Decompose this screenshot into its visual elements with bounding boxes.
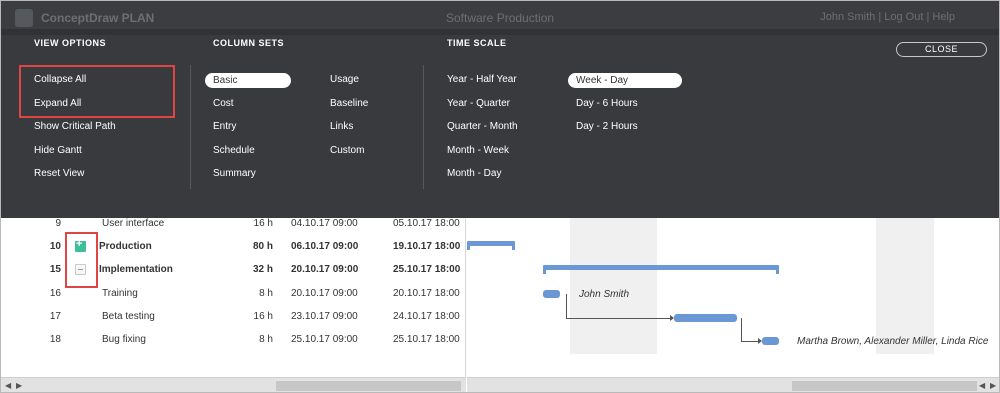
- row-id: 9: [55, 218, 61, 229]
- task-name: Bug fixing: [102, 334, 146, 345]
- task-name: Production: [99, 241, 152, 252]
- link-line: [566, 294, 567, 318]
- scroll-right-arrow-icon[interactable]: ▶: [16, 381, 22, 390]
- row-id: 10: [49, 241, 61, 252]
- task-bar-training[interactable]: [543, 290, 560, 298]
- panel-divider: [423, 65, 424, 189]
- link-line: [741, 341, 758, 342]
- weekend-shading: [876, 216, 934, 354]
- weekend-shading: [570, 216, 657, 354]
- task-duration: 80 h: [252, 241, 273, 252]
- summary-bar-implementation[interactable]: [543, 265, 779, 274]
- scroll-left-arrow-icon[interactable]: ◀: [5, 381, 11, 390]
- column-set-summary[interactable]: Summary: [213, 168, 256, 179]
- time-scale-day-6-hours[interactable]: Day - 6 Hours: [576, 98, 638, 109]
- task-start: 23.10.17 09:00: [291, 311, 358, 322]
- hide-gantt-option[interactable]: Hide Gantt: [34, 145, 82, 156]
- link-line: [741, 318, 742, 341]
- task-end: 19.10.17 18:00: [393, 241, 461, 252]
- row-id: 18: [49, 334, 61, 345]
- project-title: Software Production: [446, 11, 555, 25]
- panel-divider: [190, 65, 191, 189]
- app-logo-icon: [15, 9, 33, 27]
- summary-bar-production[interactable]: [467, 241, 515, 250]
- time-scale-day-2-hours[interactable]: Day - 2 Hours: [576, 121, 638, 132]
- column-sets-title: COLUMN SETS: [213, 38, 285, 48]
- time-scale-year-quarter[interactable]: Year - Quarter: [447, 98, 510, 109]
- task-bar-beta-testing[interactable]: [674, 314, 737, 322]
- table-row[interactable]: 18 Bug fixing 8 h 25.10.17 09:00 25.10.1…: [1, 328, 466, 351]
- column-set-links[interactable]: Links: [330, 121, 353, 132]
- resource-label: Martha Brown, Alexander Miller, Linda Ri…: [797, 336, 989, 347]
- scrollbar-thumb[interactable]: [792, 381, 977, 391]
- time-scale-title: TIME SCALE: [447, 38, 507, 48]
- task-end: 20.10.17 18:00: [393, 288, 460, 299]
- task-start: 04.10.17 09:00: [291, 218, 358, 229]
- view-options-panel: VIEW OPTIONS Collapse All Expand All Sho…: [1, 29, 999, 218]
- column-set-usage[interactable]: Usage: [330, 74, 359, 85]
- task-end: 25.10.17 18:00: [393, 334, 460, 345]
- grid-horizontal-scrollbar[interactable]: ◀ ▶: [1, 377, 466, 392]
- user-info: John Smith | Log Out | Help: [820, 11, 955, 23]
- column-set-custom[interactable]: Custom: [330, 145, 364, 156]
- time-scale-month-day[interactable]: Month - Day: [447, 168, 501, 179]
- task-start: 06.10.17 09:00: [291, 241, 359, 252]
- time-scale-year-half-year[interactable]: Year - Half Year: [447, 74, 517, 85]
- column-set-entry[interactable]: Entry: [213, 121, 236, 132]
- app-window: ConceptDraw PLAN Software Production Joh…: [0, 0, 1000, 393]
- resource-label: John Smith: [579, 289, 630, 300]
- scrollbar-thumb[interactable]: [276, 381, 461, 391]
- app-title: ConceptDraw PLAN: [41, 11, 155, 25]
- table-row[interactable]: 17 Beta testing 16 h 23.10.17 09:00 24.1…: [1, 305, 466, 328]
- column-set-baseline[interactable]: Baseline: [330, 98, 368, 109]
- task-name: User interface: [102, 218, 165, 229]
- link-line: [566, 318, 670, 319]
- view-options-title: VIEW OPTIONS: [34, 38, 107, 48]
- show-critical-path-option[interactable]: Show Critical Path: [34, 121, 116, 132]
- task-name: Implementation: [99, 264, 173, 275]
- task-start: 25.10.17 09:00: [291, 334, 358, 345]
- row-id: 15: [49, 264, 61, 275]
- row-id: 17: [49, 311, 61, 322]
- highlight-toggle-box: [65, 232, 98, 288]
- task-end: 05.10.17 18:00: [393, 218, 460, 229]
- task-duration: 8 h: [259, 334, 273, 345]
- scroll-right-arrow-icon[interactable]: ▶: [990, 381, 996, 390]
- scroll-left-arrow-icon[interactable]: ◀: [979, 381, 985, 390]
- task-bar-bug-fixing[interactable]: [762, 337, 779, 345]
- close-button[interactable]: CLOSE: [896, 42, 987, 57]
- task-duration: 16 h: [253, 311, 273, 322]
- task-end: 24.10.17 18:00: [393, 311, 460, 322]
- task-duration: 32 h: [252, 264, 273, 275]
- task-duration: 8 h: [259, 288, 273, 299]
- task-name: Training: [102, 288, 138, 299]
- task-duration: 16 h: [253, 218, 273, 229]
- column-set-basic[interactable]: Basic: [205, 73, 291, 88]
- task-start: 20.10.17 09:00: [291, 288, 358, 299]
- column-set-schedule[interactable]: Schedule: [213, 145, 255, 156]
- task-name: Beta testing: [102, 311, 155, 322]
- time-scale-quarter-month[interactable]: Quarter - Month: [447, 121, 518, 132]
- task-start: 20.10.17 09:00: [291, 264, 359, 275]
- time-scale-week-day[interactable]: Week - Day: [568, 73, 682, 88]
- reset-view-option[interactable]: Reset View: [34, 168, 84, 179]
- highlight-collapse-expand-box: [19, 65, 175, 118]
- task-end: 25.10.17 18:00: [393, 264, 461, 275]
- row-id: 16: [49, 288, 61, 299]
- gantt-horizontal-scrollbar[interactable]: ◀ ▶: [467, 377, 999, 392]
- time-scale-month-week[interactable]: Month - Week: [447, 145, 509, 156]
- column-set-cost[interactable]: Cost: [213, 98, 234, 109]
